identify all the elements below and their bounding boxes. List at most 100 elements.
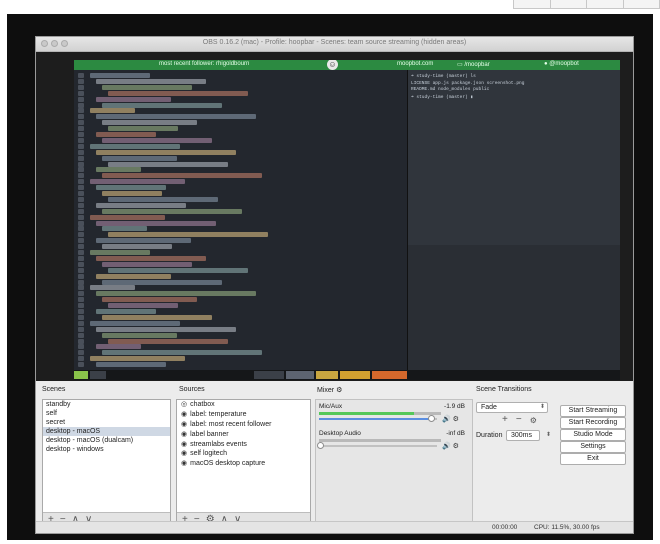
line-number — [78, 149, 84, 155]
source-item[interactable]: ◉ label banner — [177, 430, 310, 440]
scene-item[interactable]: desktop - macOS (dualcam) — [43, 436, 170, 445]
preview-area[interactable]: most recent follower: rhigoldbourn ☺ moo… — [36, 52, 633, 381]
line-number — [78, 73, 84, 79]
transition-properties-icon[interactable]: ⚙ — [530, 414, 537, 427]
settings-button[interactable]: Settings — [560, 441, 626, 453]
start-streaming-button[interactable]: Start Streaming — [560, 405, 626, 417]
code-line — [102, 155, 177, 161]
code-line — [90, 320, 180, 326]
code-line — [90, 143, 180, 149]
line-number — [78, 220, 84, 226]
line-number — [78, 338, 84, 344]
transition-toolbar: + − ⚙ — [502, 414, 537, 427]
eye-icon[interactable]: ◉ — [181, 450, 187, 457]
line-number — [78, 173, 84, 179]
avatar: ☺ — [327, 60, 338, 70]
eye-icon[interactable]: ◉ — [181, 411, 187, 418]
banner-handle-mid: ▭ /moopbar — [457, 61, 490, 68]
banner-handle-right: ● @moopbot — [544, 61, 579, 67]
code-line — [90, 285, 135, 291]
transition-select[interactable]: Fade ⬍ — [476, 402, 548, 413]
duration-input[interactable]: 300ms ⬍ — [506, 430, 551, 441]
volume-slider[interactable] — [319, 415, 437, 422]
speaker-icon[interactable]: 🔊 — [442, 416, 451, 423]
line-number — [78, 250, 84, 256]
source-item[interactable]: ◉ label: most recent follower — [177, 420, 310, 430]
code-line — [102, 137, 212, 143]
obs-window: OBS 0.16.2 (mac) - Profile: hoopbar - Sc… — [35, 36, 634, 534]
mixer-channel: Desktop Audio -inf dB 🔊 ⚙ — [317, 430, 467, 454]
line-number — [78, 208, 84, 214]
line-number — [78, 161, 84, 167]
channel-name: Mic/Aux — [319, 403, 343, 410]
line-number — [78, 114, 84, 120]
eye-icon[interactable]: ◉ — [181, 421, 187, 428]
speaker-icon[interactable]: 🔊 — [442, 443, 451, 450]
eye-icon[interactable]: ◉ — [181, 441, 187, 448]
scene-item[interactable]: secret — [43, 418, 170, 427]
studio-mode-button[interactable]: Studio Mode — [560, 429, 626, 441]
scene-item[interactable]: desktop - windows — [43, 445, 170, 454]
eye-slash-icon[interactable]: ◎ — [181, 401, 187, 408]
mixer-dock: Mic/Aux -1.9 dB 🔊 ⚙ Desktop Audio -inf dB 🔊 ⚙ — [315, 399, 473, 533]
code-line — [90, 250, 150, 256]
volume-slider-knob[interactable] — [317, 442, 325, 449]
volume-slider-knob[interactable] — [428, 415, 436, 422]
code-line — [96, 273, 171, 279]
sources-dock: ◎ chatbox ◉ label: temperature ◉ label: most … — [176, 399, 311, 528]
code-line — [96, 220, 216, 226]
source-item[interactable]: ◉ macOS desktop capture — [177, 459, 310, 469]
stepper-icon[interactable]: ⬍ — [546, 431, 551, 440]
code-line — [108, 303, 178, 309]
source-item[interactable]: ◉ self logitech — [177, 449, 310, 459]
eye-icon[interactable]: ◉ — [181, 431, 187, 438]
line-number — [78, 332, 84, 338]
line-number — [78, 102, 84, 108]
source-item-label: label banner — [190, 430, 229, 438]
line-number — [78, 126, 84, 132]
status-bar: 00:00:00 CPU: 11.5%, 30.00 fps — [36, 521, 633, 533]
line-number — [78, 167, 84, 173]
eye-icon[interactable]: ◉ — [181, 460, 187, 467]
add-transition-button[interactable]: + — [502, 414, 508, 427]
code-line — [108, 267, 248, 273]
scene-item[interactable]: standby — [43, 400, 170, 409]
line-number — [78, 279, 84, 285]
code-line — [102, 261, 192, 267]
volume-meter — [319, 412, 441, 415]
code-line — [96, 291, 256, 297]
line-number — [78, 185, 84, 191]
code-line — [96, 132, 156, 138]
volume-slider[interactable] — [317, 442, 437, 449]
source-item-label: streamlabs events — [190, 440, 247, 448]
mixer-channel: Mic/Aux -1.9 dB 🔊 ⚙ — [319, 403, 467, 427]
source-item[interactable]: ◉ streamlabs events — [177, 440, 310, 450]
line-number — [78, 344, 84, 350]
code-line — [108, 126, 178, 132]
code-line — [102, 84, 192, 90]
editor-statusline — [74, 370, 620, 380]
gear-icon[interactable]: ⚙ — [453, 443, 459, 450]
remove-transition-button[interactable]: − — [516, 414, 522, 427]
line-number — [78, 84, 84, 90]
scene-item[interactable]: self — [43, 409, 170, 418]
exit-button[interactable]: Exit — [560, 453, 626, 465]
duration-label: Duration — [476, 432, 503, 439]
code-line — [96, 78, 206, 84]
line-number — [78, 362, 84, 368]
code-line — [90, 73, 150, 79]
line-number — [78, 267, 84, 273]
code-line — [108, 161, 228, 167]
line-number — [78, 320, 84, 326]
code-line — [102, 314, 212, 320]
source-item[interactable]: ◎ chatbox — [177, 400, 310, 410]
title-bar: OBS 0.16.2 (mac) - Profile: hoopbar - Sc… — [36, 37, 633, 52]
start-recording-button[interactable]: Start Recording — [560, 417, 626, 429]
gear-icon[interactable]: ⚙ — [453, 416, 459, 423]
source-item[interactable]: ◉ label: temperature — [177, 410, 310, 420]
line-number — [78, 214, 84, 220]
gear-icon[interactable]: ⚙ — [336, 387, 342, 394]
scene-item[interactable]: desktop - macOS — [43, 427, 170, 436]
code-line — [102, 297, 197, 303]
line-number — [78, 244, 84, 250]
